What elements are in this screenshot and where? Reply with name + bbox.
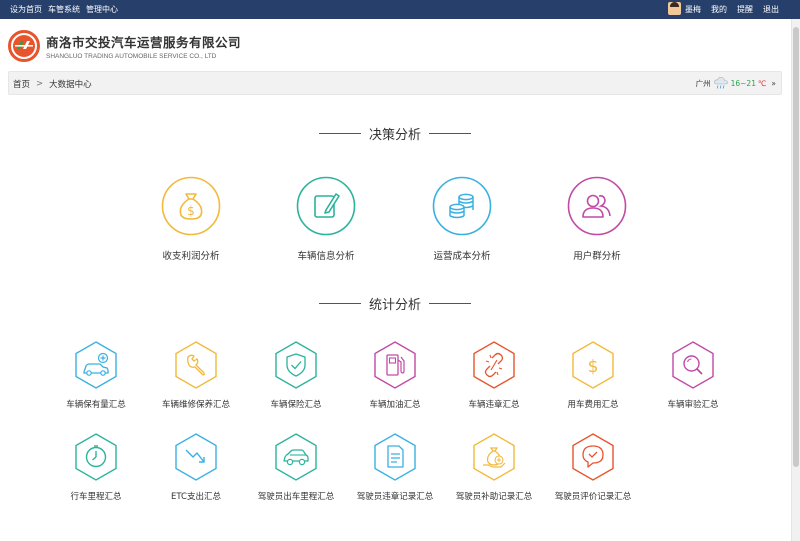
weather-temp: 16~21 — [730, 78, 756, 88]
stat-item-driver-subsidy[interactable]: 驾驶员补助记录汇总 — [446, 432, 542, 502]
decision-item-label: 用户群分析 — [573, 251, 621, 262]
company-logo-icon — [8, 30, 40, 62]
stat-item-inspection[interactable]: 车辆审验汇总 — [645, 340, 741, 410]
weather-more-icon[interactable]: » — [771, 79, 776, 88]
stat-item-label: 车辆审验汇总 — [667, 400, 719, 410]
stat-item-usage-fee[interactable]: $ 用车费用汇总 — [545, 340, 641, 410]
stat-item-label: 车辆保险汇总 — [270, 400, 322, 410]
stat-item-label: 用车费用汇总 — [567, 400, 619, 410]
stat-item-label: ETC支出汇总 — [170, 492, 221, 502]
page-scrollbar[interactable] — [791, 19, 800, 541]
stat-item-label: 驾驶员补助记录汇总 — [455, 492, 533, 502]
trend-down-icon — [175, 433, 217, 481]
decision-title: 决策分析 — [368, 128, 421, 143]
set-homepage-link[interactable]: 设为首页 — [10, 4, 42, 15]
stat-item-label: 车辆维修保养汇总 — [161, 400, 230, 410]
broken-link-icon — [473, 341, 515, 389]
decision-item-operating-cost[interactable]: 运营成本分析 — [417, 176, 507, 262]
users-icon — [567, 176, 627, 236]
scrollbar-thumb[interactable] — [793, 27, 799, 467]
chat-heart-icon — [572, 433, 614, 481]
user-info[interactable]: 墨梅 — [668, 1, 701, 15]
decision-item-label: 收支利润分析 — [162, 251, 220, 262]
statistics-section-title: 统计分析 — [0, 294, 790, 313]
stat-item-maintenance[interactable]: 车辆维修保养汇总 — [148, 340, 244, 410]
stat-item-label: 车辆违章汇总 — [468, 400, 520, 410]
money-hand-icon — [473, 433, 515, 481]
reminder-link[interactable]: 提醒 — [737, 4, 753, 15]
decision-item-vehicle-info[interactable]: 车辆信息分析 — [281, 176, 371, 262]
top-right-links: 墨梅 我的 提醒 退出 — [668, 1, 779, 15]
money-bag-icon: $ — [161, 176, 221, 236]
vehicle-system-link[interactable]: 车管系统 — [48, 4, 80, 15]
stat-item-driver-violation[interactable]: 驾驶员违章记录汇总 — [347, 432, 443, 502]
brand-header: 商洛市交投汽车运营服务有限公司 SHANGLUO TRADING AUTOMOB… — [8, 28, 241, 64]
stat-item-driver-review[interactable]: 驾驶员评价记录汇总 — [545, 432, 641, 502]
svg-text:$: $ — [588, 357, 599, 377]
svg-text:$: $ — [187, 204, 195, 218]
dollar-icon: $ — [572, 341, 614, 389]
breadcrumb: 首页 > 大数据中心 — [13, 78, 92, 90]
stat-item-etc[interactable]: ETC支出汇总 — [148, 432, 244, 502]
stat-item-insurance[interactable]: 车辆保险汇总 — [248, 340, 344, 410]
rain-cloud-icon — [713, 77, 728, 89]
decision-section-title: 决策分析 — [0, 124, 790, 143]
decision-item-revenue[interactable]: $ 收支利润分析 — [146, 176, 236, 262]
stat-item-label: 车辆加油汇总 — [369, 400, 421, 410]
decision-item-label: 车辆信息分析 — [297, 251, 355, 262]
stat-item-label: 行车里程汇总 — [70, 492, 122, 502]
wrench-icon — [175, 341, 217, 389]
top-bar: 设为首页 车管系统 管理中心 墨梅 我的 提醒 退出 — [0, 0, 800, 19]
edit-note-icon — [296, 176, 356, 236]
car-add-icon — [75, 341, 117, 389]
logout-link[interactable]: 退出 — [763, 4, 779, 15]
company-name: 商洛市交投汽车运营服务有限公司 — [46, 35, 242, 50]
stat-item-label: 驾驶员出车里程汇总 — [257, 492, 335, 502]
stat-item-mileage[interactable]: 行车里程汇总 — [48, 432, 144, 502]
avatar — [668, 1, 681, 15]
weather-widget[interactable]: 广州 16~21 ℃ » — [696, 76, 776, 90]
stat-item-label: 车辆保有量汇总 — [66, 400, 126, 410]
decision-item-label: 运营成本分析 — [433, 251, 491, 262]
coin-stack-icon — [432, 176, 492, 236]
speedometer-icon — [75, 433, 117, 481]
stat-item-violation[interactable]: 车辆违章汇总 — [446, 340, 542, 410]
magnifier-icon — [672, 341, 714, 389]
company-name-en: SHANGLUO TRADING AUTOMOBILE SERVICE CO.,… — [46, 53, 217, 60]
stat-item-label: 驾驶员评价记录汇总 — [554, 492, 632, 502]
breadcrumb-home[interactable]: 首页 — [13, 78, 30, 90]
statistics-title: 统计分析 — [368, 298, 421, 313]
breadcrumb-separator: > — [36, 79, 44, 89]
decision-item-user-group[interactable]: 用户群分析 — [552, 176, 642, 262]
document-icon — [374, 433, 416, 481]
breadcrumb-bar: 首页 > 大数据中心 广州 16~21 ℃ » — [8, 71, 782, 95]
top-left-links: 设为首页 车管系统 管理中心 — [10, 4, 118, 15]
weather-unit: ℃ — [757, 78, 767, 88]
fuel-pump-icon — [374, 341, 416, 389]
my-link[interactable]: 我的 — [711, 4, 727, 15]
stat-item-driver-mileage[interactable]: 驾驶员出车里程汇总 — [248, 432, 344, 502]
admin-center-link[interactable]: 管理中心 — [86, 4, 118, 15]
stat-item-label: 驾驶员违章记录汇总 — [356, 492, 434, 502]
breadcrumb-current: 大数据中心 — [49, 80, 92, 90]
stat-item-vehicle-count[interactable]: 车辆保有量汇总 — [48, 340, 144, 410]
stat-item-fuel[interactable]: 车辆加油汇总 — [347, 340, 443, 410]
car-icon — [275, 433, 317, 481]
weather-city: 广州 — [695, 78, 711, 88]
shield-check-icon — [275, 341, 317, 389]
user-name[interactable]: 墨梅 — [685, 4, 701, 15]
